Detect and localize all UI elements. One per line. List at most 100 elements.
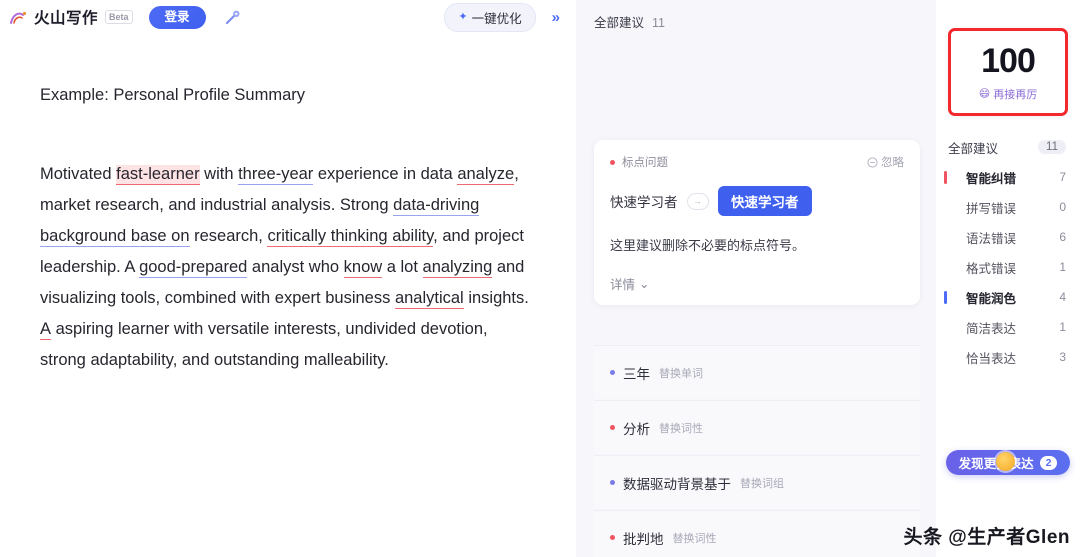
brand-name: 火山写作 <box>34 10 99 27</box>
doc-text-run: research, <box>189 227 268 245</box>
severity-dot-icon <box>610 425 615 430</box>
doc-text-run: a lot <box>382 258 423 276</box>
suggestion-item-text: 分析 <box>623 421 650 437</box>
suggestion-list-item[interactable]: 分析 替换词性 <box>594 400 920 454</box>
document-paragraph[interactable]: Motivated fast-learner with three-year e… <box>40 159 536 376</box>
nav-item-count: 11 <box>1038 140 1066 154</box>
suggestion-description: 这里建议删除不必要的标点符号。 <box>610 238 806 253</box>
nav-item-全部建议[interactable]: 全部建议 11 <box>936 132 1080 162</box>
nav-item-count: 1 <box>1059 260 1066 274</box>
circle-minus-icon <box>867 156 878 168</box>
doc-annotated-run[interactable]: A <box>40 320 52 340</box>
brand-logo[interactable]: 火山写作 Beta <box>8 6 133 28</box>
suggestion-item-kind: 替换词性 <box>659 422 703 435</box>
doc-annotated-run[interactable]: know <box>343 258 383 278</box>
nav-item-label: 恰当表达 <box>966 351 1017 366</box>
chevron-down-icon: ⌄ <box>639 277 650 291</box>
doc-annotated-run[interactable]: three-year <box>238 165 314 185</box>
doc-annotated-run[interactable]: fast-learner <box>116 165 200 185</box>
mouse-cursor-indicator <box>996 452 1015 471</box>
watermark: 头条 @生产者Glen <box>903 527 1070 548</box>
doc-text-run: Motivated <box>40 165 117 183</box>
detail-expander[interactable]: 详情 ⌄ <box>610 274 904 293</box>
smiley-icon: 😄 <box>978 88 991 100</box>
suggestion-panel-header: 全部建议 11 <box>576 0 936 31</box>
suggestion-list-item[interactable]: 批判地 替换词性 <box>594 510 920 557</box>
more-button-badge: 2 <box>1039 455 1058 470</box>
score-sidebar: 100 😄 再接再厉 全部建议 11 智能纠错 7 拼写错误 0 语法错误 6 格式错误 1 智能润… <box>936 0 1080 557</box>
editor-column: 火山写作 Beta 登录 ✦ 一键优化 » Example: Personal … <box>0 0 576 557</box>
category-color-bar <box>944 290 947 304</box>
detail-label: 详情 <box>610 278 636 292</box>
sparkle-icon: ✦ <box>458 10 468 23</box>
nav-item-label: 语法错误 <box>966 231 1017 246</box>
nav-item-格式错误[interactable]: 格式错误 1 <box>936 252 1080 282</box>
severity-dot-icon <box>610 480 615 485</box>
suggestion-item-kind: 替换词性 <box>672 532 717 545</box>
nav-item-count: 1 <box>1059 320 1066 334</box>
suggestion-list-item[interactable]: 三年 替换单词 <box>594 345 920 399</box>
top-toolbar: 火山写作 Beta 登录 ✦ 一键优化 » <box>0 0 576 34</box>
doc-annotated-run[interactable]: analyze <box>457 165 515 185</box>
login-button[interactable]: 登录 <box>148 5 206 29</box>
beta-badge: Beta <box>105 10 133 24</box>
magic-wand-icon[interactable] <box>220 4 246 30</box>
nav-item-简洁表达[interactable]: 简洁表达 1 <box>936 312 1080 342</box>
nav-item-label: 智能润色 <box>966 291 1017 306</box>
nav-item-count: 7 <box>1059 170 1066 184</box>
score-value: 100 <box>981 41 1036 80</box>
nav-item-智能润色[interactable]: 智能润色 4 <box>936 282 1080 312</box>
score-card[interactable]: 100 😄 再接再厉 <box>948 28 1068 116</box>
nav-item-label: 智能纠错 <box>966 171 1017 186</box>
original-text: 快速学习者 <box>610 195 678 210</box>
suggestion-card[interactable]: 标点问题 忽略 快速学习者 → 快速学习者 这里建议删除不必要的标点符号。 详情… <box>594 140 920 305</box>
score-number: 100 <box>981 41 1036 80</box>
apply-replacement-button[interactable]: 快速学习者 <box>718 186 812 216</box>
nav-item-count: 4 <box>1059 290 1066 304</box>
nav-item-智能纠错[interactable]: 智能纠错 7 <box>936 162 1080 192</box>
doc-text-run: with <box>199 165 239 183</box>
score-caption-label: 再接再厉 <box>993 88 1038 101</box>
nav-item-语法错误[interactable]: 语法错误 6 <box>936 222 1080 252</box>
collapse-panel-button[interactable]: » <box>546 8 566 27</box>
suggestion-header-count: 11 <box>652 16 665 30</box>
doc-annotated-run[interactable]: critically thinking ability <box>267 227 434 247</box>
nav-item-label: 格式错误 <box>966 261 1017 276</box>
ignore-button[interactable]: 忽略 <box>867 154 904 170</box>
nav-item-拼写错误[interactable]: 拼写错误 0 <box>936 192 1080 222</box>
optimize-label: 一键优化 <box>471 11 522 26</box>
suggestion-item-kind: 替换词组 <box>740 477 784 490</box>
suggestion-list-item[interactable]: 数据驱动背景基于 替换词组 <box>594 455 920 509</box>
suggestion-item-kind: 替换单词 <box>659 367 703 380</box>
suggestion-card-tag: 标点问题 <box>622 157 668 169</box>
doc-text-run: aspiring learner with versatile interest… <box>40 320 488 369</box>
doc-annotated-run[interactable]: analyzing <box>422 258 493 278</box>
ignore-label: 忽略 <box>881 157 904 169</box>
severity-dot-icon <box>610 535 615 540</box>
score-caption: 😄 再接再厉 <box>979 86 1037 102</box>
suggestion-panel: 全部建议 11 标点问题 忽略 快速学习者 → 快速学习者 这里建议删除不必要的… <box>576 0 936 557</box>
doc-text-run: analyst who <box>247 258 344 276</box>
suggestion-category-nav: 全部建议 11 智能纠错 7 拼写错误 0 语法错误 6 格式错误 1 智能润色 4 简洁表达 1 恰当表达… <box>936 132 1080 372</box>
suggestion-header-label: 全部建议 <box>594 16 645 30</box>
toolbar-right-group: ✦ 一键优化 » <box>444 2 566 32</box>
category-color-bar <box>944 170 947 184</box>
document-title: Example: Personal Profile Summary <box>40 86 306 104</box>
document-editor[interactable]: Example: Personal Profile Summary Motiva… <box>0 34 576 376</box>
severity-dot-icon <box>610 159 615 165</box>
nav-item-label: 简洁表达 <box>966 321 1017 336</box>
app-root: 火山写作 Beta 登录 ✦ 一键优化 » Example: Personal … <box>0 0 1080 557</box>
nav-item-恰当表达[interactable]: 恰当表达 3 <box>936 342 1080 372</box>
doc-annotated-run[interactable]: good-prepared <box>139 258 248 278</box>
one-click-optimize-button[interactable]: ✦ 一键优化 <box>444 2 536 32</box>
nav-item-label: 拼写错误 <box>966 201 1017 216</box>
nav-item-count: 6 <box>1059 230 1066 244</box>
volcano-logo-icon <box>8 7 29 28</box>
doc-annotated-run[interactable]: analytical <box>394 289 464 309</box>
nav-item-count: 3 <box>1059 350 1066 364</box>
arrow-right-icon: → <box>686 192 709 210</box>
severity-dot-icon <box>610 370 615 375</box>
suggestion-item-text: 三年 <box>623 366 650 382</box>
nav-item-count: 0 <box>1059 200 1066 214</box>
suggestion-item-text: 批判地 <box>623 531 664 547</box>
